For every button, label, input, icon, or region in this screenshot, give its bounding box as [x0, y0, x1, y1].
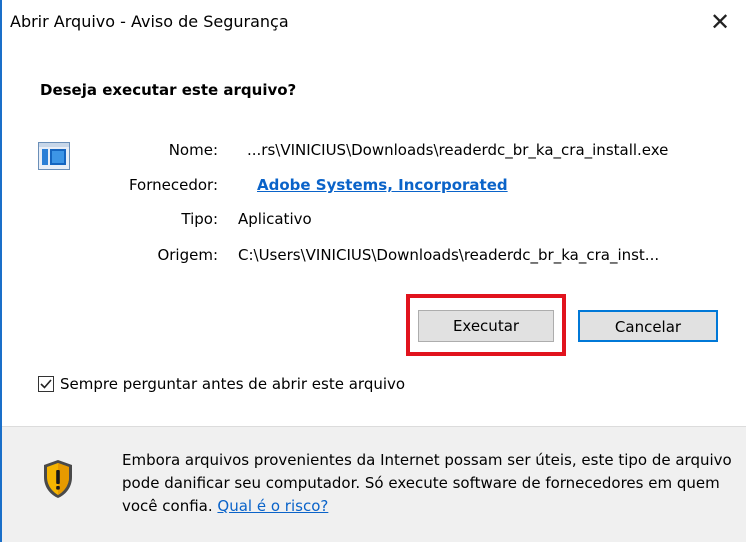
execute-button[interactable]: Executar — [418, 310, 554, 342]
cancel-button[interactable]: Cancelar — [578, 310, 718, 342]
type-label: Tipo: — [181, 210, 218, 228]
publisher-link-text[interactable]: Adobe Systems, Incorporated — [257, 176, 508, 194]
name-label: Nome: — [168, 141, 218, 159]
dialog-question: Deseja executar este arquivo? — [40, 81, 297, 99]
always-ask-label: Sempre perguntar antes de abrir este arq… — [60, 375, 406, 393]
always-ask-checkbox-row[interactable]: Sempre perguntar antes de abrir este arq… — [38, 374, 405, 394]
warning-shield-icon — [44, 460, 72, 498]
origin-value: C:\Users\VINICIUS\Downloads\readerdc_br_… — [238, 246, 660, 264]
name-value: ...rs\VINICIUS\Downloads\readerdc_br_ka_… — [247, 141, 669, 159]
publisher-link[interactable]: Adobe Systems, Incorporated — [257, 176, 508, 194]
warning-message: Embora arquivos provenientes da Internet… — [122, 449, 732, 518]
window-title: Abrir Arquivo - Aviso de Segurança — [10, 12, 289, 31]
publisher-label: Fornecedor: — [128, 176, 218, 194]
title-bar: Abrir Arquivo - Aviso de Segurança ✕ — [2, 0, 746, 44]
risk-link[interactable]: Qual é o risco? — [217, 497, 328, 515]
always-ask-checkbox[interactable] — [38, 376, 54, 392]
close-icon: ✕ — [709, 8, 731, 36]
security-footer: Embora arquivos provenientes da Internet… — [2, 426, 746, 542]
close-button[interactable]: ✕ — [704, 6, 736, 38]
checkmark-icon — [40, 379, 52, 389]
origin-label: Origem: — [157, 246, 218, 264]
warning-text: Embora arquivos provenientes da Internet… — [122, 451, 732, 515]
type-value: Aplicativo — [238, 210, 312, 228]
application-window-icon — [38, 142, 70, 170]
